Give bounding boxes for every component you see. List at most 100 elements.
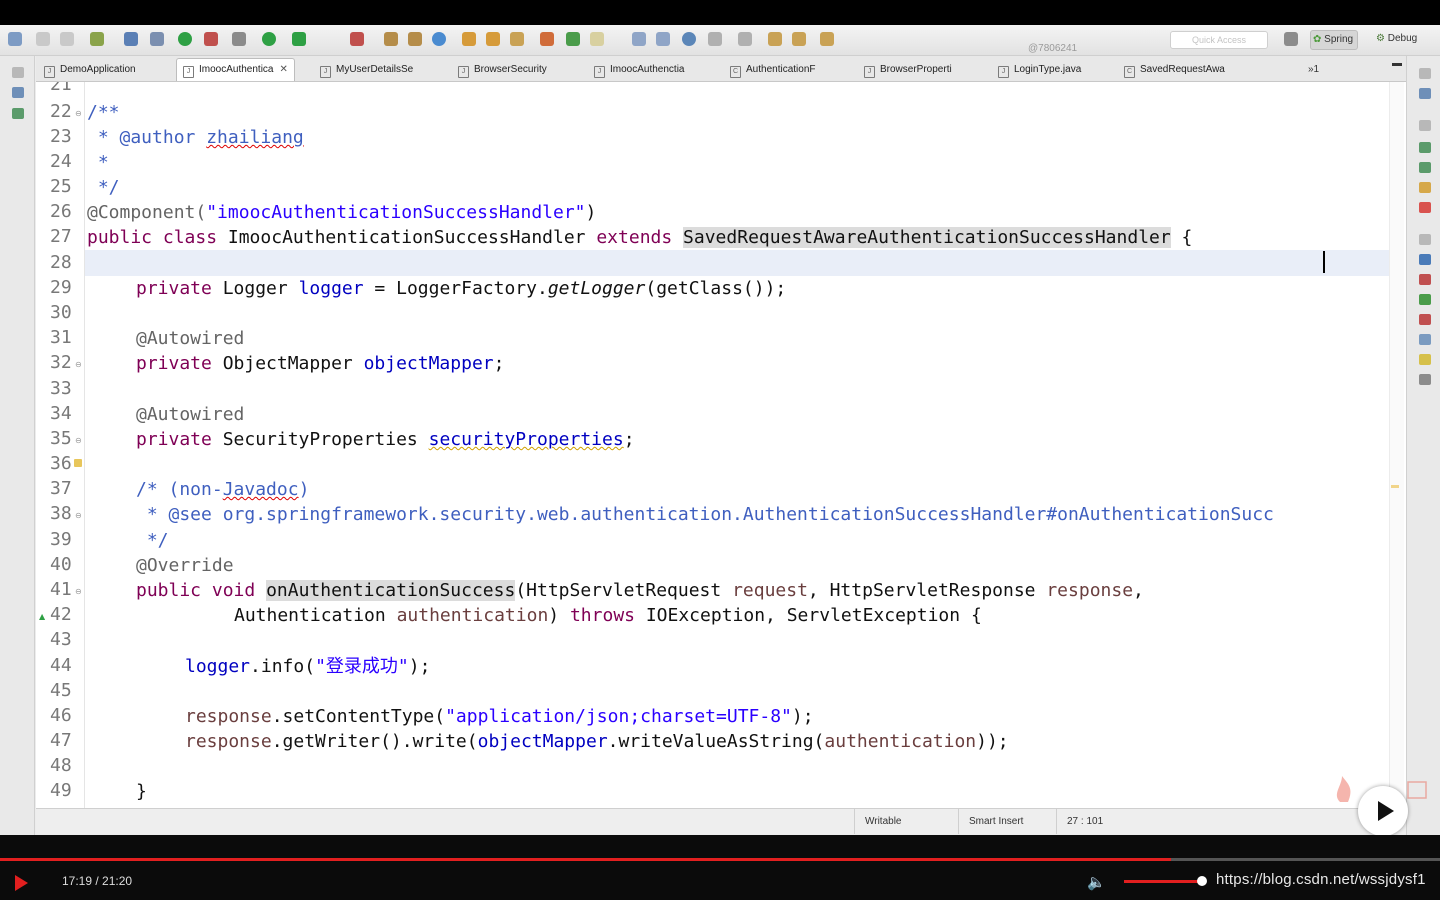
overview-marker[interactable] [1391,485,1399,488]
debug-icon[interactable] [204,32,218,46]
back-icon[interactable] [792,32,806,46]
build-icon[interactable] [90,32,104,46]
eclipse-window: @7806241 Quick Access ✿ Spring ⚙ Debug J… [0,25,1440,836]
progress-icon[interactable] [1419,374,1431,385]
new-icon[interactable] [8,32,22,46]
restore-icon[interactable] [1419,234,1431,245]
code-editor[interactable]: 21 22 23 24 25 26 27 28 29 30 31 32 33 3… [36,82,1406,832]
last-edit-icon[interactable] [768,32,782,46]
open-perspective-icon[interactable] [1284,32,1298,46]
code-line-41: public void onAuthenticationSuccess(Http… [136,580,1144,601]
perspective-debug[interactable]: ⚙ Debug [1374,30,1421,48]
tab-myuserdetailsse[interactable]: J MyUserDetailsSe [320,59,413,81]
tab-authenticationf[interactable]: C AuthenticationF [730,59,816,81]
play-icon[interactable] [12,873,32,893]
spring-explorer-icon[interactable] [1419,142,1431,153]
line-number: 45 [50,680,72,701]
video-play-overlay-button[interactable] [1358,786,1408,836]
quick-access-input[interactable]: Quick Access [1170,31,1268,49]
close-icon[interactable]: ✕ [280,64,288,75]
external-tools-icon[interactable] [292,32,306,46]
new-package-icon[interactable] [384,32,398,46]
volume-knob[interactable] [1196,876,1207,886]
fold-toggle-icon[interactable]: ⊖ [75,587,82,596]
line-number: 24 [50,151,72,172]
restore-icon[interactable] [12,67,24,78]
warning-marker-icon[interactable] [74,459,82,467]
code-line-35: private SecurityProperties securityPrope… [136,429,635,450]
tab-browsersecurity[interactable]: J BrowserSecurity [458,59,547,81]
code-line-27: public class ImoocAuthenticationSuccessH… [87,227,1193,248]
override-marker-icon[interactable]: ▲ [39,612,45,621]
toggle-block-icon[interactable] [632,32,646,46]
code-line-44: logger.info("登录成功"); [185,656,431,677]
fold-toggle-icon[interactable]: ⊖ [75,511,82,520]
refresh-icon[interactable] [432,32,446,46]
tab-imoocauthentica[interactable]: J ImoocAuthentica ✕ [176,58,295,81]
volume-fill [1124,880,1202,883]
java-file-icon: J [320,66,331,78]
servers-icon[interactable] [1419,294,1431,305]
problems-icon[interactable] [1419,274,1431,285]
tab-overflow-button[interactable]: »1 [1308,59,1319,81]
fold-toggle-icon[interactable]: ⊖ [75,436,82,445]
type-hierarchy-icon[interactable] [12,108,24,119]
perspective-spring[interactable]: ✿ Spring [1310,30,1359,50]
code-line-32: private ObjectMapper objectMapper; [136,353,505,374]
line-number: 28 [50,252,72,273]
show-whitespace-icon[interactable] [656,32,670,46]
print-icon[interactable] [60,32,74,46]
text-caret [1323,251,1325,273]
call-hierarchy-icon[interactable] [1419,162,1431,173]
highlight-icon[interactable] [590,32,604,46]
tab-savedrequestawa[interactable]: C SavedRequestAwa [1124,59,1225,81]
globe-icon[interactable] [682,32,696,46]
restore-icon[interactable] [1419,120,1431,131]
search-icon[interactable] [510,32,524,46]
task-icon[interactable] [540,32,554,46]
line-number-ruler: 21 22 23 24 25 26 27 28 29 30 31 32 33 3… [36,82,85,832]
class-file-icon: C [730,66,741,78]
tab-browserproperti[interactable]: J BrowserProperti [864,59,952,81]
terminal-icon[interactable] [124,32,138,46]
search-view-icon[interactable] [1419,354,1431,365]
fold-toggle-icon[interactable]: ⊖ [75,109,82,118]
tab-demoapplication[interactable]: J DemoApplication [44,59,136,81]
next-annotation-icon[interactable] [708,32,722,46]
code-line-46: response.setContentType("application/jso… [185,706,814,727]
tab-imoocauthenctia[interactable]: J ImoocAuthenctia [594,59,685,81]
code-line-40: @Override [136,555,234,576]
code-line-25: */ [87,177,120,198]
history-icon[interactable] [1419,334,1431,345]
line-number: 29 [50,277,72,298]
video-time: 17:19 / 21:20 [62,874,133,888]
video-progress-bar[interactable] [0,858,1440,861]
tools-icon[interactable] [150,32,164,46]
fold-toggle-icon[interactable]: ⊖ [75,360,82,369]
line-number: 44 [50,655,72,676]
outline-icon[interactable] [1419,88,1431,99]
save-icon[interactable] [36,32,50,46]
console-icon[interactable] [1419,254,1431,265]
new-java-icon[interactable] [350,32,364,46]
open-resource-icon[interactable] [486,32,500,46]
junit-icon[interactable] [1419,202,1431,213]
vertical-scrollbar[interactable] [1389,82,1404,832]
error-log-icon[interactable] [1419,314,1431,325]
pin-icon[interactable] [566,32,580,46]
forward-icon[interactable] [820,32,834,46]
package-explorer-icon[interactable] [12,87,24,98]
run-icon[interactable] [262,32,276,46]
volume-slider[interactable] [1124,876,1207,886]
prev-annotation-icon[interactable] [738,32,752,46]
open-type-icon[interactable] [462,32,476,46]
volume-icon[interactable]: 🔈 [1087,873,1106,891]
restore-icon[interactable] [1419,68,1431,79]
line-number: 49 [50,780,72,801]
tasks-icon[interactable] [1419,182,1431,193]
tab-logintype[interactable]: J LoginType.java [998,59,1081,81]
settings-icon[interactable] [232,32,246,46]
run-server-icon[interactable] [178,32,192,46]
new-class-icon[interactable] [408,32,422,46]
video-progress-fill [0,858,1171,861]
